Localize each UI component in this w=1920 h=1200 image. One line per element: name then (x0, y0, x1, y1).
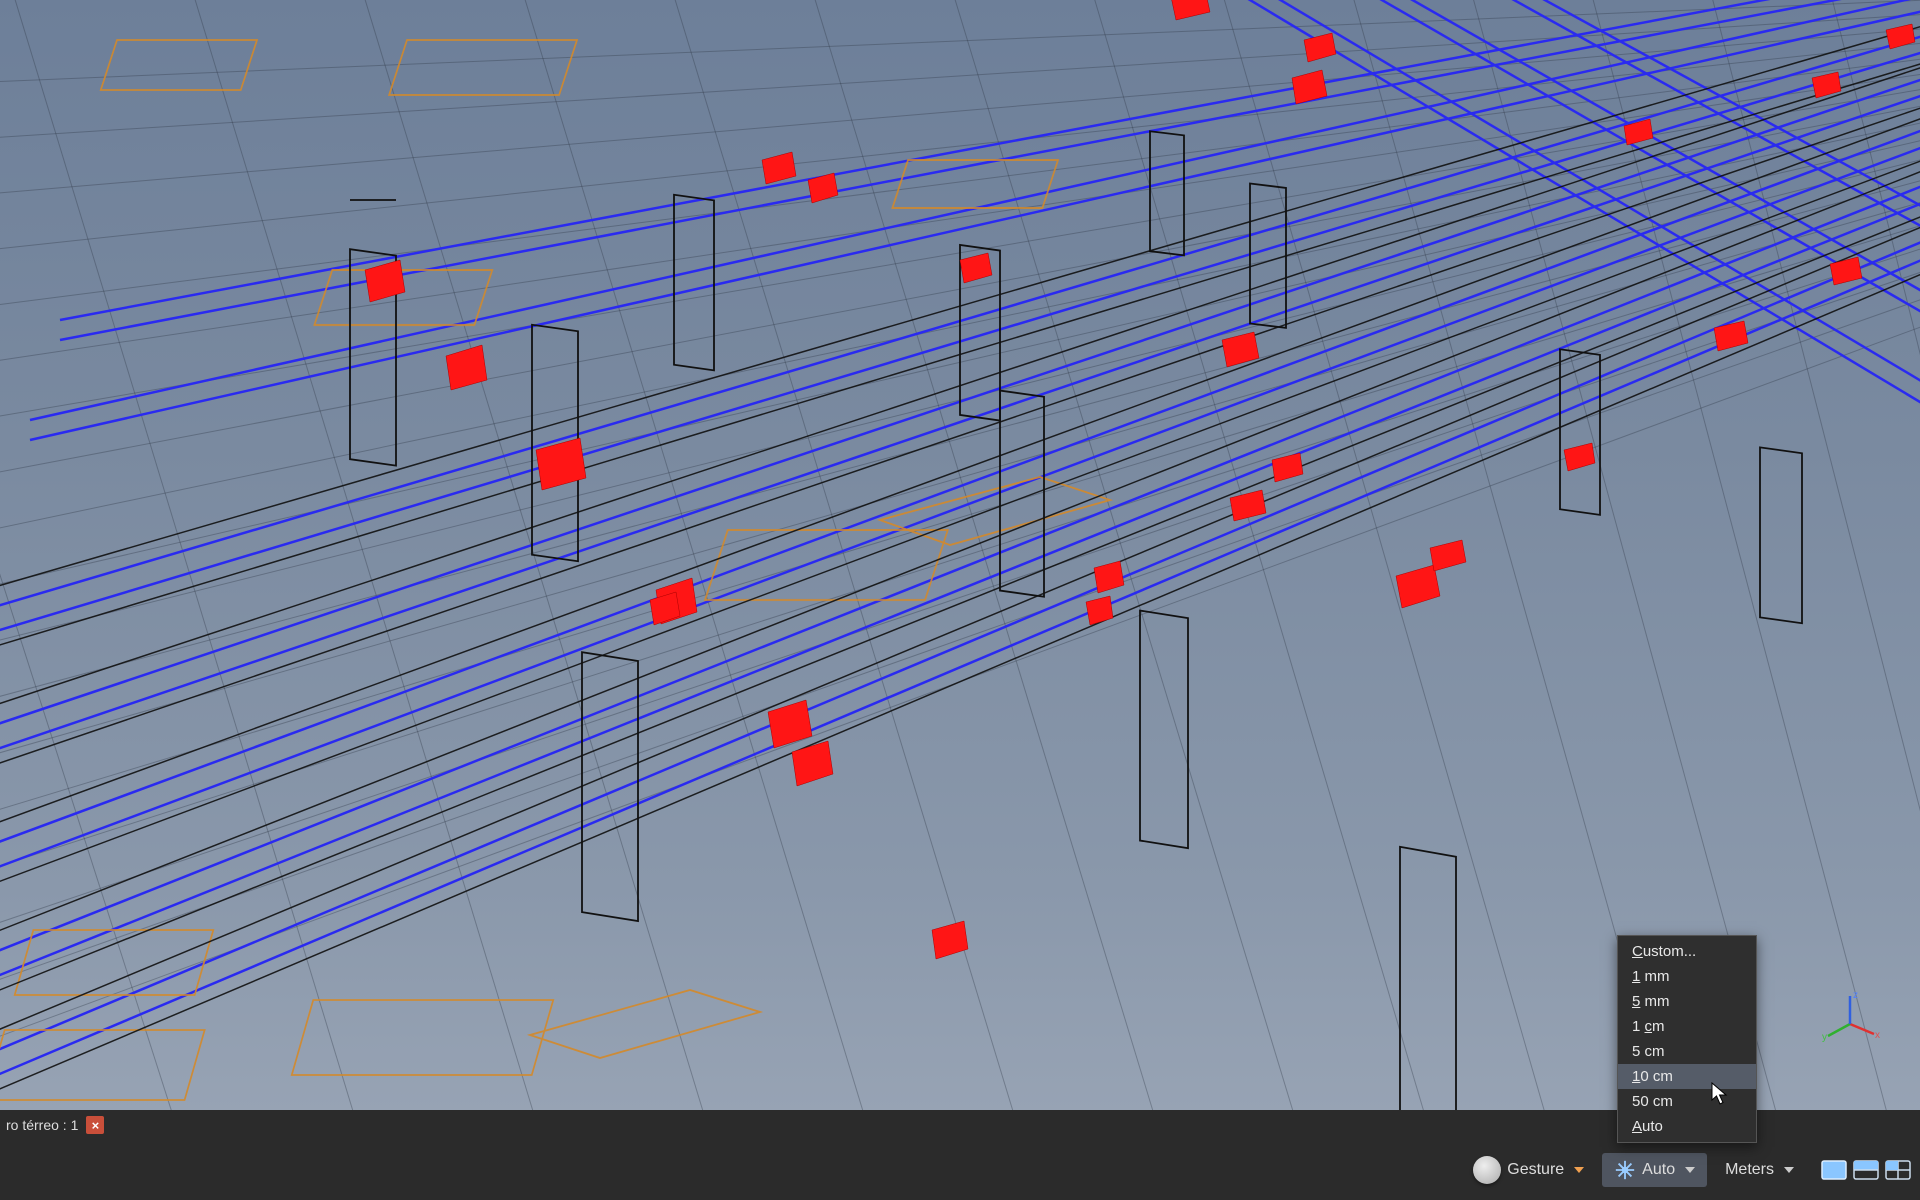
snap-label: Auto (1642, 1161, 1675, 1179)
columns (350, 131, 1802, 1110)
gesture-icon (1473, 1156, 1501, 1184)
tab-label[interactable]: ro térreo : 1 (6, 1117, 78, 1133)
tab-close-button[interactable]: × (86, 1116, 104, 1134)
units-dropdown[interactable]: Meters (1713, 1155, 1806, 1185)
view-quad-button[interactable] (1884, 1159, 1912, 1181)
snap-dropdown[interactable]: Auto (1602, 1153, 1707, 1187)
chevron-down-icon (1574, 1167, 1584, 1173)
snap-menu-item[interactable]: 50 cm (1618, 1089, 1756, 1114)
snap-menu-item[interactable]: 1 cm (1618, 1014, 1756, 1039)
view-split-button[interactable] (1852, 1159, 1880, 1181)
snap-menu-item[interactable]: 1 mm (1618, 964, 1756, 989)
svg-text:z: z (1853, 990, 1858, 1001)
status-bar: Gesture Auto Meters (0, 1140, 1920, 1200)
svg-text:x: x (1875, 1030, 1880, 1041)
nav-axes-gizmo[interactable]: x y z (1820, 990, 1880, 1050)
units-label: Meters (1725, 1161, 1774, 1179)
snap-icon (1614, 1159, 1636, 1181)
gesture-dropdown[interactable]: Gesture (1461, 1150, 1596, 1190)
snap-menu-item[interactable]: Custom... (1618, 939, 1756, 964)
chevron-down-icon (1685, 1167, 1695, 1173)
snap-menu-item[interactable]: 5 cm (1618, 1039, 1756, 1064)
view-single-button[interactable] (1820, 1159, 1848, 1181)
chevron-down-icon (1784, 1167, 1794, 1173)
snap-menu-item[interactable]: Auto (1618, 1114, 1756, 1139)
snap-menu-item[interactable]: 10 cm (1618, 1064, 1756, 1089)
svg-text:y: y (1822, 1032, 1827, 1043)
view-layout-buttons (1820, 1159, 1912, 1181)
snap-popup-menu[interactable]: Custom...1 mm5 mm1 cm5 cm10 cm50 cmAuto (1617, 935, 1757, 1143)
snap-menu-item[interactable]: 5 mm (1618, 989, 1756, 1014)
gesture-label: Gesture (1507, 1161, 1564, 1179)
